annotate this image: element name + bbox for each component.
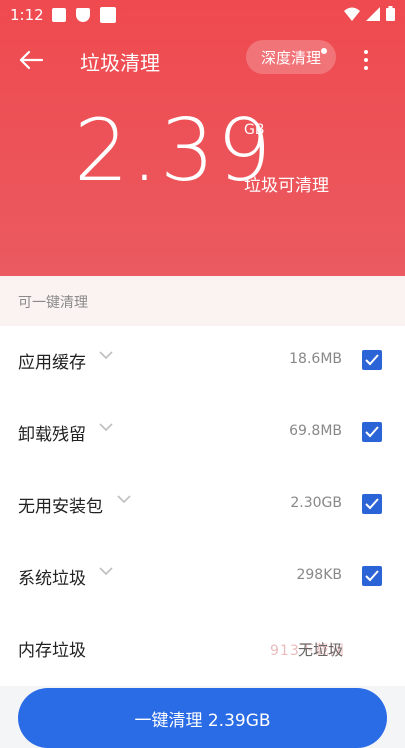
- deep-clean-button[interactable]: 深度清理: [246, 40, 336, 74]
- section-header: 可一键清理: [0, 276, 405, 326]
- item-size: 18.6MB: [289, 351, 342, 367]
- list-item-uninstall-residue[interactable]: 卸载残留 69.8MB: [0, 398, 405, 470]
- list-item-memory-junk[interactable]: 内存垃圾 913下载网 无垃圾: [0, 614, 405, 686]
- new-badge-dot: [321, 48, 327, 54]
- chevron-down-icon[interactable]: [99, 350, 113, 360]
- item-name: 系统垃圾: [18, 569, 86, 589]
- item-size: 69.8MB: [289, 423, 342, 439]
- list-item-useless-packages[interactable]: 无用安装包 2.30GB: [0, 470, 405, 542]
- status-bar: 1:12: [0, 0, 405, 30]
- checkmark-icon: [365, 354, 379, 366]
- item-size: 298KB: [296, 567, 342, 583]
- item-name: 内存垃圾: [18, 641, 86, 661]
- checkmark-icon: [365, 426, 379, 438]
- item-checkbox[interactable]: [362, 494, 382, 514]
- item-name: 应用缓存: [18, 353, 86, 373]
- list-item-system-junk[interactable]: 系统垃圾 298KB: [0, 542, 405, 614]
- item-name: 卸载残留: [18, 425, 86, 445]
- item-size: 2.30GB: [290, 495, 342, 511]
- more-menu-button[interactable]: [354, 44, 378, 76]
- chevron-down-icon[interactable]: [117, 494, 131, 504]
- item-checkbox[interactable]: [362, 422, 382, 442]
- more-dot-icon: [364, 58, 368, 62]
- back-button[interactable]: [16, 46, 46, 74]
- top-bar: 垃圾清理 深度清理: [0, 36, 405, 84]
- chevron-down-icon[interactable]: [99, 422, 113, 432]
- list-item-app-cache[interactable]: 应用缓存 18.6MB: [0, 326, 405, 398]
- battery-icon: [386, 6, 395, 21]
- deep-clean-label: 深度清理: [260, 48, 321, 67]
- signal-icon: [366, 6, 380, 21]
- header-panel: 1:12 垃圾清理 深度清理 2.39 GB 垃圾可清理: [0, 0, 405, 276]
- status-right: [344, 6, 395, 21]
- checkmark-icon: [365, 498, 379, 510]
- one-click-clean-button[interactable]: 一键清理 2.39GB: [18, 688, 387, 748]
- checkmark-icon: [365, 570, 379, 582]
- section-label: 可一键清理: [18, 295, 88, 311]
- chevron-down-icon[interactable]: [99, 566, 113, 576]
- more-dot-icon: [364, 66, 368, 70]
- clean-button-label: 一键清理 2.39GB: [134, 711, 271, 731]
- junk-subtitle: 垃圾可清理: [244, 176, 329, 196]
- more-dot-icon: [364, 50, 368, 54]
- arrow-left-icon: [19, 50, 43, 70]
- total-junk-unit: GB: [244, 122, 265, 138]
- item-checkbox[interactable]: [362, 350, 382, 370]
- shield-icon: [76, 8, 90, 22]
- notification-a-icon: [52, 8, 66, 22]
- item-status: 无垃圾: [298, 641, 344, 659]
- app-notification-icon: [100, 7, 116, 23]
- page-title: 垃圾清理: [80, 51, 160, 75]
- status-time: 1:12: [10, 6, 44, 24]
- item-checkbox[interactable]: [362, 566, 382, 586]
- item-name: 无用安装包: [18, 497, 103, 517]
- junk-list: 应用缓存 18.6MB 卸载残留 69.8MB 无用安装包 2.30GB 系统垃…: [0, 326, 405, 686]
- wifi-icon: [344, 7, 360, 21]
